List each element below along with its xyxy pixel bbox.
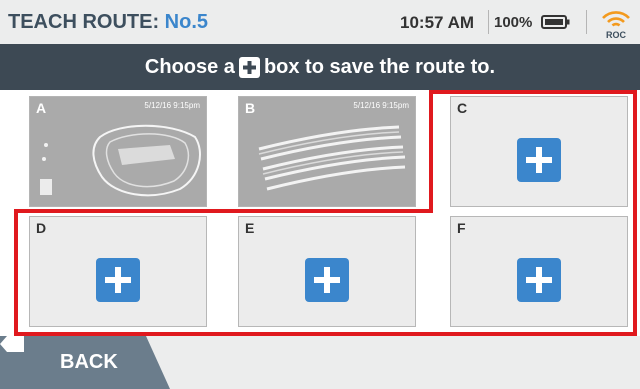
slot-label: B	[245, 100, 256, 116]
route-slot-d[interactable]: D	[29, 216, 207, 327]
instruction-text-start: Choose a	[144, 55, 235, 78]
route-slot-b[interactable]: B 5/12/16 9:15pm	[238, 96, 416, 207]
battery-percent: 100%	[494, 14, 533, 31]
instruction-text-end: box to save the route to.	[263, 55, 496, 78]
roc-wifi-icon[interactable]: ROC	[597, 4, 635, 40]
slot-timestamp: 5/12/16 9:15pm	[353, 101, 409, 110]
title-prefix: TEACH ROUTE:	[8, 11, 160, 33]
plus-icon[interactable]	[96, 257, 140, 302]
back-arrow-icon	[0, 336, 24, 352]
slot-label: F	[457, 220, 466, 236]
divider	[488, 10, 489, 34]
slot-timestamp: 5/12/16 9:15pm	[144, 101, 200, 110]
back-label: BACK	[60, 351, 118, 373]
slot-label: E	[245, 220, 255, 236]
back-button[interactable]: BACK	[0, 336, 170, 389]
plus-icon[interactable]	[517, 137, 561, 182]
route-slot-e[interactable]: E	[238, 216, 416, 327]
divider	[586, 10, 587, 34]
instruction-banner: Choose a box to save the route to.	[0, 44, 640, 90]
plus-icon[interactable]	[305, 257, 349, 302]
route-map-thumbnail	[258, 125, 406, 191]
route-map-thumbnail	[40, 124, 201, 197]
route-slot-f[interactable]: F	[450, 216, 628, 327]
status-header: TEACH ROUTE: No.5 10:57 AM 100% ROC	[0, 0, 640, 44]
slot-label: D	[36, 220, 47, 236]
route-slot-c[interactable]: C	[450, 96, 628, 207]
page-title: TEACH ROUTE: No.5	[8, 11, 208, 34]
battery-full-icon	[541, 15, 570, 29]
route-number: No.5	[164, 11, 209, 33]
slot-label: A	[36, 100, 47, 116]
roc-icon-label: ROC	[606, 30, 627, 40]
clock: 10:57 AM	[400, 13, 475, 32]
plus-box-icon	[238, 56, 260, 78]
plus-icon[interactable]	[517, 257, 561, 302]
slot-label: C	[457, 100, 468, 116]
route-slot-a[interactable]: A 5/12/16 9:15pm	[29, 96, 207, 207]
